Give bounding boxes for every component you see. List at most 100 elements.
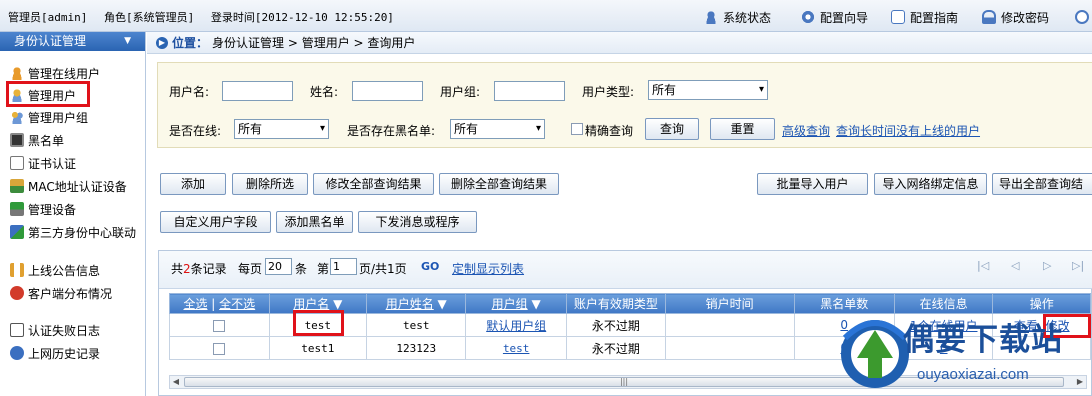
blacklist-label: 是否存在黑名单: bbox=[347, 124, 436, 138]
sidebar-item-third-party[interactable]: 第三方身份中心联动 bbox=[10, 223, 136, 241]
role-label: 角色[系统管理员] bbox=[103, 11, 195, 24]
inactive-users-link[interactable]: 查询长时间没有上线的用户 bbox=[836, 122, 980, 139]
sidebar-item-certificate[interactable]: 证书认证 bbox=[10, 154, 76, 172]
modify-all-results-button[interactable]: 修改全部查询结果 bbox=[313, 173, 434, 195]
logout-icon[interactable] bbox=[1075, 8, 1092, 26]
user-type-label: 用户类型: bbox=[582, 85, 635, 99]
log-icon bbox=[10, 323, 24, 337]
export-all-button[interactable]: 导出全部查询结 bbox=[992, 173, 1092, 195]
close-time-cell bbox=[664, 313, 795, 337]
sidebar-item-client-distribution[interactable]: 客户端分布情况 bbox=[10, 284, 112, 302]
col-group[interactable]: 用户组 ▼ bbox=[465, 293, 567, 314]
group-input[interactable] bbox=[494, 81, 565, 101]
first-page-icon[interactable]: |◁ bbox=[977, 259, 989, 272]
last-page-icon[interactable]: ▷| bbox=[1072, 259, 1084, 272]
scroll-left-icon[interactable]: ◀ bbox=[170, 376, 182, 388]
col-fullname[interactable]: 用户姓名 ▼ bbox=[365, 293, 467, 314]
location-label: 位置： bbox=[172, 36, 209, 50]
config-guide-link[interactable]: 配置指南 bbox=[891, 8, 958, 26]
sidebar-item-devices[interactable]: 管理设备 bbox=[10, 200, 76, 218]
send-message-button[interactable]: 下发消息或程序 bbox=[358, 211, 477, 233]
highlight-box-username bbox=[293, 310, 344, 336]
admin-label: 管理员[admin] bbox=[8, 11, 88, 24]
online-label: 是否在线: bbox=[169, 124, 222, 138]
user-icon bbox=[704, 10, 718, 24]
exact-query-label: 精确查询 bbox=[585, 124, 634, 138]
watermark-url: ouyaoxiazai.com bbox=[917, 366, 1029, 383]
record-count: 共2条记录 bbox=[171, 262, 227, 276]
config-wizard-link[interactable]: 配置向导 bbox=[801, 8, 868, 26]
batch-import-button[interactable]: 批量导入用户 bbox=[757, 173, 868, 195]
login-time-label: 登录时间[2012-12-10 12:55:20] bbox=[210, 11, 394, 24]
name-label: 姓名: bbox=[310, 85, 339, 99]
document-icon bbox=[891, 10, 905, 24]
go-button[interactable]: GO bbox=[421, 260, 439, 273]
col-close-time: 销户时间 bbox=[664, 293, 795, 314]
exact-query-checkbox[interactable] bbox=[571, 123, 583, 135]
sidebar-item-blacklist[interactable]: 黑名单 bbox=[10, 131, 64, 149]
group-cell: test bbox=[465, 336, 567, 360]
chart-icon bbox=[10, 286, 24, 300]
advanced-query-link[interactable]: 高级查询 bbox=[782, 122, 830, 139]
username-label: 用户名: bbox=[169, 85, 210, 99]
history-icon bbox=[10, 346, 24, 360]
fullname-cell: 123123 bbox=[365, 336, 467, 360]
next-page-icon[interactable]: ▷ bbox=[1043, 259, 1051, 272]
delete-selected-button[interactable]: 删除所选 bbox=[232, 173, 308, 195]
add-blacklist-button[interactable]: 添加黑名单 bbox=[276, 211, 353, 233]
sidebar-item-auth-fail-log[interactable]: 认证失败日志 bbox=[10, 321, 100, 339]
query-button[interactable]: 查询 bbox=[645, 118, 699, 140]
import-binding-button[interactable]: 导入网络绑定信息 bbox=[874, 173, 987, 195]
sidebar: 身份认证管理 ▼ 管理在线用户 管理用户 管理用户组 黑名单 证书认证 MAC地… bbox=[0, 32, 146, 396]
group-cell: 默认用户组 bbox=[465, 313, 567, 337]
page-total: 页/共1页 bbox=[359, 262, 407, 276]
top-bar: 管理员[admin] 角色[系统管理员] 登录时间[2012-12-10 12:… bbox=[0, 0, 1092, 32]
watermark-title: 偶要下载站 bbox=[903, 322, 1063, 358]
page-label: 第 bbox=[317, 262, 330, 276]
online-select[interactable]: 所有 bbox=[234, 119, 329, 139]
sidebar-item-online-users[interactable]: 管理在线用户 bbox=[10, 64, 100, 82]
pager: 共2条记录 每页 20 条 第 1 页/共1页 GO 定制显示列表 |◁ ◁ ▷… bbox=[159, 251, 1092, 289]
sidebar-item-mac-auth[interactable]: MAC地址认证设备 bbox=[10, 177, 127, 195]
per-page-input[interactable]: 20 bbox=[265, 258, 292, 275]
reset-button[interactable]: 重置 bbox=[710, 118, 775, 140]
custom-columns-link[interactable]: 定制显示列表 bbox=[452, 260, 524, 277]
prev-page-icon[interactable]: ◁ bbox=[1011, 259, 1019, 272]
col-validity: 账户有效期类型 bbox=[565, 293, 666, 314]
user-type-select[interactable]: 所有 bbox=[648, 80, 768, 100]
blacklist-select[interactable]: 所有 bbox=[450, 119, 545, 139]
user-online-icon bbox=[10, 66, 24, 80]
per-page-unit: 条 bbox=[295, 262, 308, 276]
username-input[interactable] bbox=[222, 81, 293, 101]
row-checkbox-cell bbox=[169, 336, 270, 360]
sidebar-item-history[interactable]: 上网历史记录 bbox=[10, 344, 100, 362]
sidebar-item-user-groups[interactable]: 管理用户组 bbox=[10, 108, 88, 126]
device-icon bbox=[10, 202, 24, 216]
close-time-cell bbox=[664, 336, 795, 360]
select-all-link[interactable]: 全选 bbox=[183, 297, 207, 311]
select-none-link[interactable]: 全不选 bbox=[219, 297, 255, 311]
row-checkbox[interactable] bbox=[213, 319, 226, 332]
delete-all-results-button[interactable]: 删除全部查询结果 bbox=[439, 173, 559, 195]
blacklist-icon bbox=[10, 133, 24, 147]
lock-icon bbox=[982, 10, 996, 24]
fullname-cell: test bbox=[365, 313, 467, 337]
sidebar-header[interactable]: 身份认证管理 ▼ bbox=[0, 32, 145, 51]
breadcrumb-path: 身份认证管理 > 管理用户 > 查询用户 bbox=[212, 36, 416, 50]
change-password-link[interactable]: 修改密码 bbox=[982, 8, 1049, 26]
row-checkbox-cell bbox=[169, 313, 270, 337]
system-status-link[interactable]: 系统状态 bbox=[704, 8, 771, 26]
validity-cell: 永不过期 bbox=[565, 336, 666, 360]
page-input[interactable]: 1 bbox=[330, 258, 357, 275]
row-checkbox[interactable] bbox=[213, 342, 226, 355]
group-link[interactable]: 默认用户组 bbox=[486, 319, 546, 333]
mac-icon bbox=[10, 179, 24, 193]
breadcrumb: ▶ 位置： 身份认证管理 > 管理用户 > 查询用户 bbox=[147, 32, 1092, 54]
add-button[interactable]: 添加 bbox=[160, 173, 226, 195]
speaker-icon bbox=[10, 263, 24, 277]
group-link[interactable]: test bbox=[503, 342, 530, 355]
sidebar-item-announcement[interactable]: 上线公告信息 bbox=[10, 261, 100, 279]
gear-icon bbox=[801, 10, 815, 24]
name-input[interactable] bbox=[352, 81, 423, 101]
custom-field-button[interactable]: 自定义用户字段 bbox=[160, 211, 271, 233]
